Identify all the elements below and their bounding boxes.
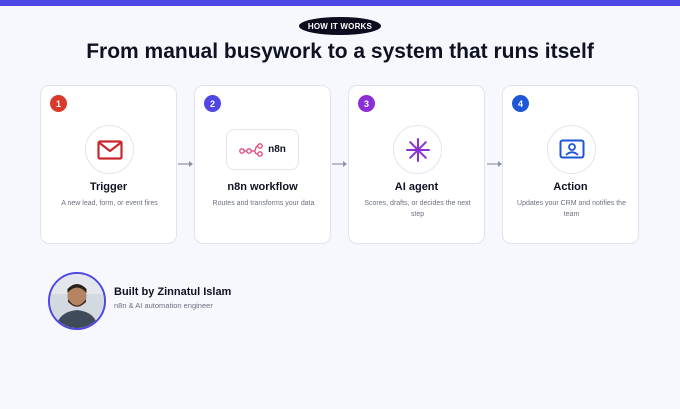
sparkle-icon [393,125,442,174]
step-number-badge: 1 [50,95,67,112]
author-role: n8n & AI automation engineer [114,301,213,310]
step-card-action: 4 Action Updates your CRM and notifies t… [502,85,639,244]
page-title: From manual busywork to a system that ru… [86,40,594,63]
arrow-right-icon [178,161,193,167]
step-title: n8n workflow [227,181,298,193]
step-title: Trigger [89,181,128,193]
step-description: Updates your CRM and notifies the team [517,200,626,218]
n8n-logo-text: n8n [268,144,286,155]
step-number-badge: 2 [204,95,221,112]
mail-icon [85,125,134,174]
step-number-badge: 4 [512,95,529,112]
arrow-right-icon [487,161,502,167]
step-title: Action [553,181,588,193]
step-card-ai-agent: 3 AI agent Scores, drafts, or decides th… [348,85,485,244]
step-title: AI agent [394,181,439,193]
avatar [48,272,106,330]
step-description: Routes and transforms your data [212,200,315,207]
step-description: A new lead, form, or event fires [61,200,158,207]
top-accent-bar [0,0,680,6]
n8n-logo-icon [239,142,263,157]
step-card-n8n-workflow: 2 n8n n8n workflow Routes and transforms… [194,85,331,244]
contact-card-icon [547,125,596,174]
author-name: Built by Zinnatul Islam [114,286,232,298]
step-card-trigger: 1 Trigger A new lead, form, or event fir… [40,85,177,244]
step-description: Scores, drafts, or decides the next step [364,200,471,218]
arrow-right-icon [332,161,347,167]
n8n-logo: n8n [226,129,299,170]
step-number-badge: 3 [358,95,375,112]
section-eyebrow-badge: HOW IT WORKS [299,17,381,35]
